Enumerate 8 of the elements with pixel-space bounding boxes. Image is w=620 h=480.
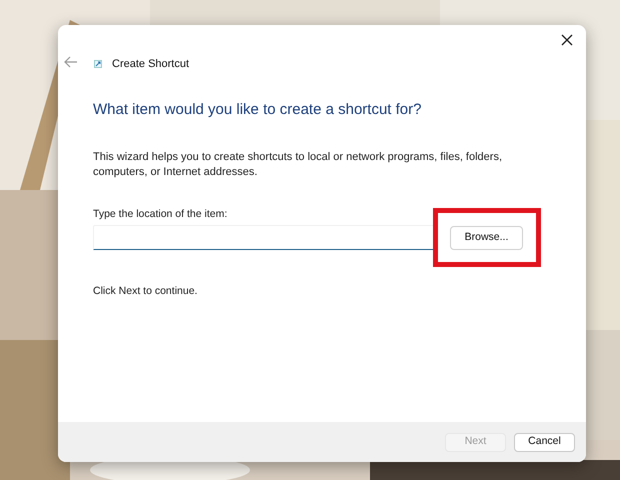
shortcut-icon xyxy=(94,60,102,68)
wizard-heading: What item would you like to create a shortcut for? xyxy=(93,100,422,120)
field-label: Type the location of the item: xyxy=(93,206,228,222)
browse-button[interactable]: Browse... xyxy=(450,226,523,250)
hint-text: Click Next to continue. xyxy=(93,284,198,300)
wizard-description: This wizard helps you to create shortcuts to local or network programs, files, folders, computers, or Internet addresses. xyxy=(93,150,504,180)
window-title: Create Shortcut xyxy=(112,56,190,72)
dialog-button[interactable]: Cancel xyxy=(514,432,575,452)
